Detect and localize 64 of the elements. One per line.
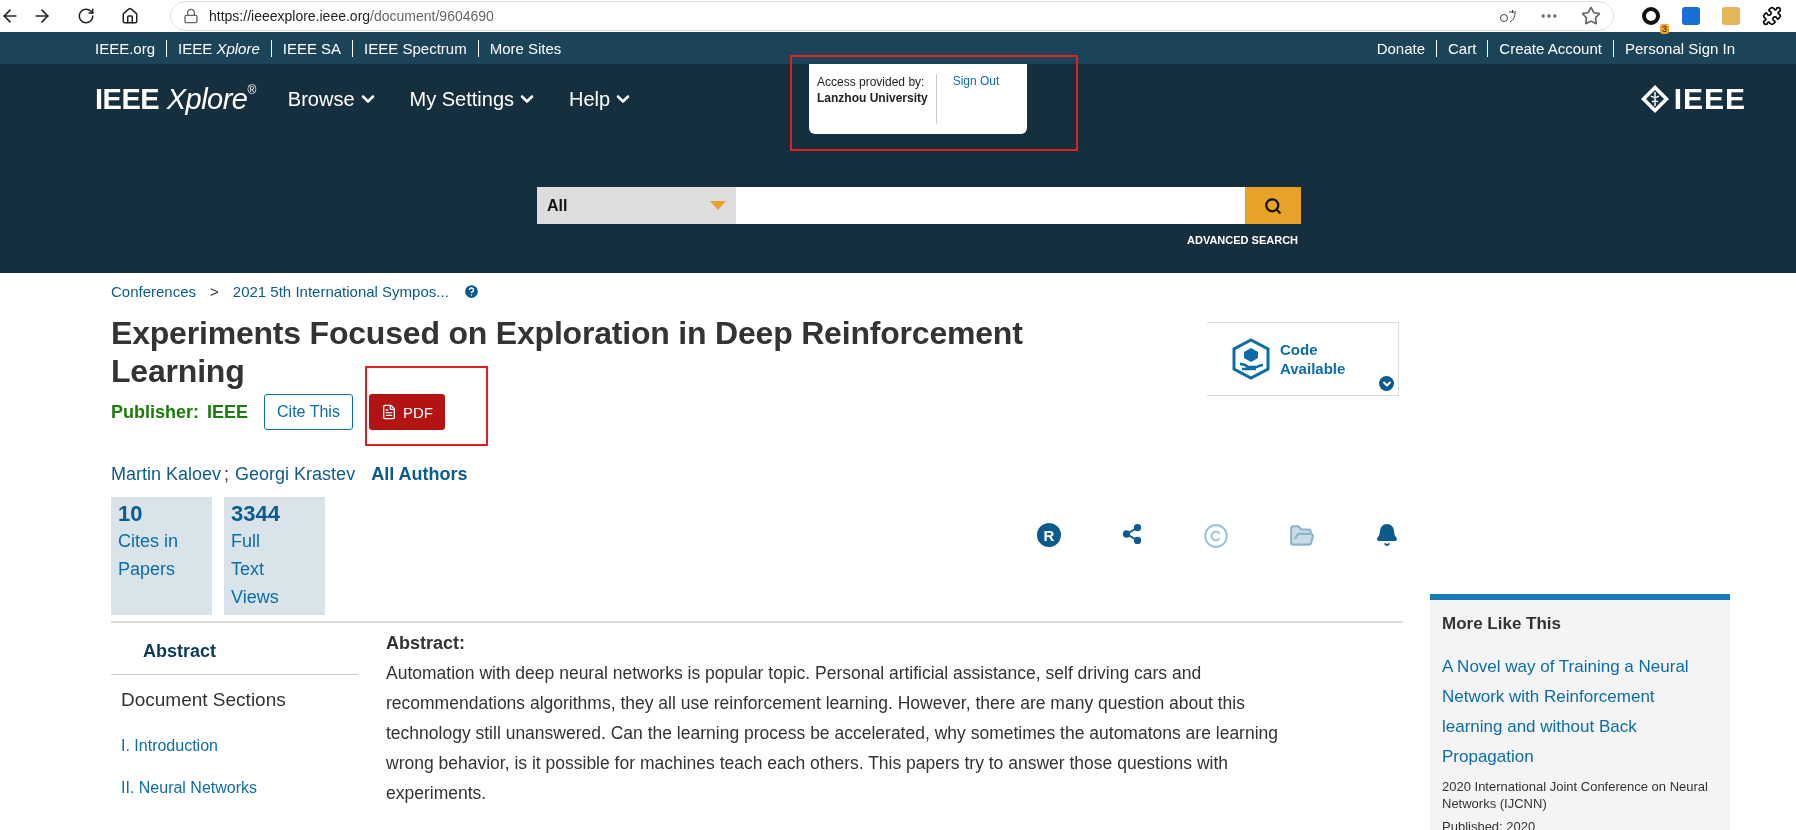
nav-tab[interactable]: Abstract <box>111 633 358 675</box>
nav-menu[interactable]: Browse <box>287 87 378 111</box>
access-label: Access provided by: <box>817 74 926 90</box>
author-separator: ; <box>224 464 230 485</box>
help-icon[interactable] <box>462 283 480 300</box>
author-link[interactable]: Martin Kaloev <box>111 464 222 485</box>
metric-value: 10 <box>118 501 144 527</box>
top-link[interactable]: IEEE.org <box>95 39 167 57</box>
all-authors-link[interactable]: All Authors <box>371 464 468 485</box>
document-icon <box>380 404 397 420</box>
search-button[interactable] <box>1245 187 1301 224</box>
breadcrumb-link[interactable]: 2021 5th International Sympos... <box>232 283 449 300</box>
url-text: https://ieeexplore.ieee.org/document/9604690 <box>209 8 494 24</box>
venue-text: 2020 International Joint Conference on Neural Networks (IJCNN) <box>1442 778 1709 812</box>
top-link[interactable]: Personal Sign In <box>1612 39 1746 57</box>
code-available-badge[interactable]: Code Available <box>1207 322 1399 396</box>
lock-icon <box>183 8 199 24</box>
code-available-label: Code Available <box>1280 340 1346 378</box>
cite-button[interactable]: Cite This <box>264 394 353 430</box>
extensions-icon[interactable] <box>1762 6 1782 26</box>
caret-icon <box>710 201 726 210</box>
translate-icon[interactable] <box>1499 8 1517 24</box>
related-article-link[interactable]: A Novel way of Training a Neural Network with Reinforcement learning and without Back Propagation <box>1442 652 1718 772</box>
star-icon[interactable] <box>1581 6 1601 26</box>
search-scope-dropdown[interactable]: All <box>537 187 736 224</box>
breadcrumb-link[interactable]: Conferences <box>111 283 197 300</box>
article-title: Experiments Focused on Exploration in Deep Reinforcement Learning <box>111 314 1024 390</box>
abstract-text: Automation with deep neural networks is popular topic. Personal artificial assistance, self driving cars and recommendations algorithms, they all use reinforcement learning. However, there are many question about this technology still unanswered. Can the learning process be accelerated, why sometimes the automatons are learning wrong behavior, is it possible for machines teach each others. This papers try to answer those questions with experiments. <box>386 662 1280 805</box>
breadcrumb-separator: > <box>210 283 219 300</box>
extension-icon[interactable] <box>1642 7 1660 25</box>
institution-name: Lanzhou University <box>817 90 928 106</box>
top-link[interactable]: IEEE SA <box>270 39 353 57</box>
nav-menu[interactable]: Help <box>569 87 634 111</box>
metric-card[interactable]: 10 Cites in Papers <box>111 497 212 615</box>
caret-icon <box>1379 376 1394 391</box>
section-heading: Document Sections <box>120 688 287 712</box>
metric-card[interactable]: 3344 Full Text Views <box>224 497 325 615</box>
nav-menu[interactable]: My Settings <box>409 87 537 111</box>
brand-logo: IEEE <box>1639 82 1746 116</box>
author-link[interactable]: Georgi Krastev <box>235 464 356 485</box>
section-link[interactable]: I. Introduction <box>111 725 358 767</box>
site-logo[interactable]: IEEE Xplore® <box>95 82 256 116</box>
top-link[interactable]: Donate <box>1376 39 1436 57</box>
bell-icon[interactable] <box>1375 523 1399 549</box>
top-link[interactable]: IEEE Spectrum <box>352 39 478 57</box>
hexagon-icon <box>1232 338 1270 380</box>
top-link[interactable]: IEEE Xplore <box>166 39 271 57</box>
metric-label: Full Text Views <box>231 530 280 609</box>
advanced-search-link[interactable]: ADVANCED SEARCH <box>1187 234 1299 246</box>
metric-label: Cites in Papers <box>118 530 180 581</box>
sign-out-link[interactable]: Sign Out <box>936 74 1000 124</box>
rights-icon[interactable]: R <box>1037 523 1061 547</box>
panel-heading: More Like This <box>1442 614 1563 634</box>
top-link[interactable]: Create Account <box>1487 39 1613 57</box>
pdf-button[interactable]: PDF <box>368 394 445 430</box>
abstract-heading: Abstract: <box>386 633 466 654</box>
publisher-text: Publisher: IEEE <box>111 401 249 423</box>
top-link[interactable]: Cart <box>1436 39 1488 57</box>
count-badge: 3 <box>1660 24 1669 34</box>
search-field[interactable] <box>736 187 1245 224</box>
search-icon <box>1264 196 1282 215</box>
top-link[interactable]: More Sites <box>477 39 573 57</box>
metric-value: 3344 <box>231 501 281 527</box>
section-link[interactable]: II. Neural Networks <box>111 767 358 809</box>
